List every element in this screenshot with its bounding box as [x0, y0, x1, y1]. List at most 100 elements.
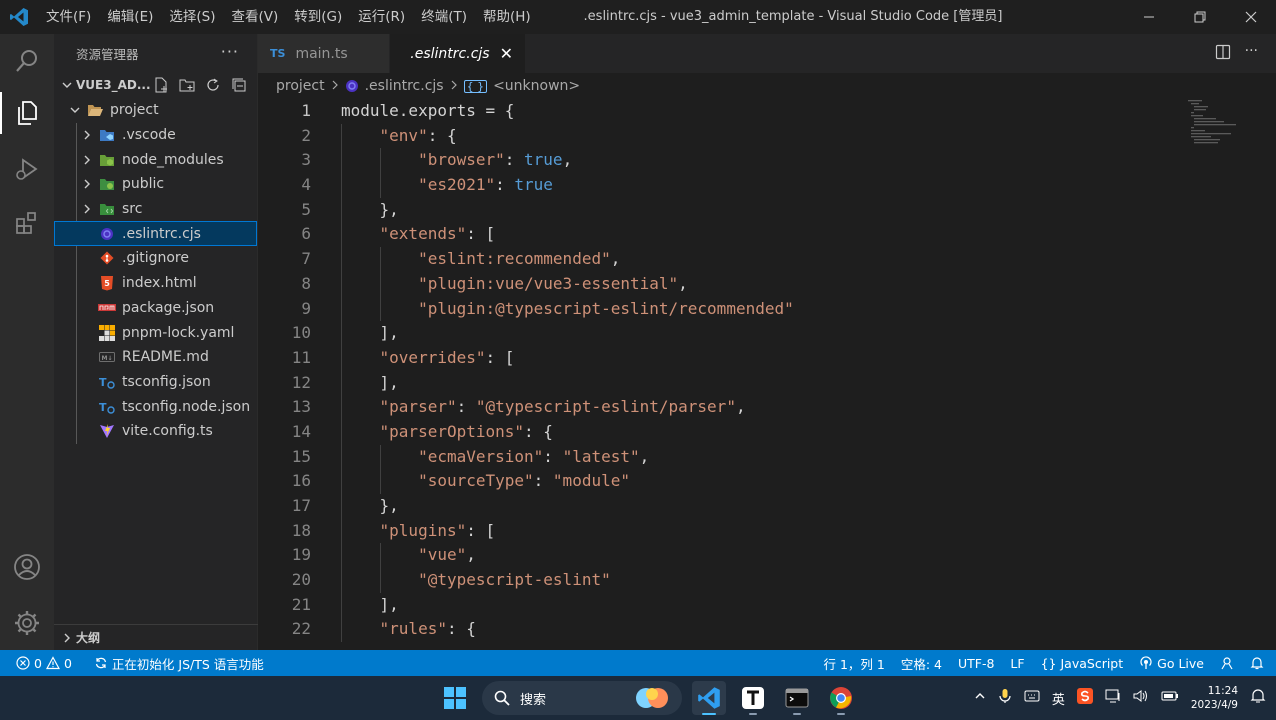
folder-tree-item[interactable]: src — [54, 197, 257, 222]
network-icon[interactable] — [1105, 689, 1121, 707]
windows-logo-icon — [444, 687, 466, 709]
code-text: }, — [341, 496, 399, 515]
cursor-position[interactable]: 行 1，列 1 — [815, 650, 892, 676]
battery-icon[interactable] — [1161, 690, 1179, 706]
taskbar-vscode[interactable] — [692, 681, 726, 715]
file-tree-item[interactable]: .gitignore — [54, 246, 257, 271]
taskbar-chrome[interactable] — [824, 681, 858, 715]
breadcrumb-item[interactable]: project — [276, 78, 325, 94]
feedback-button[interactable] — [1212, 650, 1242, 676]
manage-button[interactable] — [0, 598, 54, 648]
go-live-label: Go Live — [1157, 655, 1204, 671]
code-text: "@typescript-eslint" — [418, 570, 611, 590]
line-number: 11 — [291, 347, 311, 367]
error-count: 0 — [34, 655, 42, 671]
tree-item-label: README.md — [122, 349, 209, 366]
accounts-button[interactable] — [0, 542, 54, 592]
line-number: 3 — [301, 150, 311, 170]
new-file-icon[interactable] — [151, 75, 171, 95]
line-number: 4 — [301, 175, 311, 195]
folder-tree-item[interactable]: node_modules — [54, 147, 257, 172]
menu-item[interactable]: 文件(F) — [38, 0, 99, 34]
restore-button[interactable] — [1174, 0, 1225, 34]
language-mode[interactable]: {} JavaScript — [1033, 650, 1132, 676]
clock[interactable]: 11:24 2023/4/9 — [1191, 684, 1238, 712]
ime-indicator[interactable]: 英 — [1052, 689, 1065, 708]
tab-eslintrc[interactable]: .eslintrc.cjs ✕ — [390, 34, 526, 73]
more-actions-icon[interactable]: ··· — [1245, 44, 1258, 64]
keyboard-icon[interactable] — [1024, 690, 1040, 706]
workspace-folder-name: VUE3_AD... — [76, 78, 151, 92]
menu-item[interactable]: 编辑(E) — [99, 0, 161, 34]
close-button[interactable] — [1225, 0, 1276, 34]
npm-icon — [98, 299, 116, 317]
workspace-folder-header[interactable]: VUE3_AD... — [54, 72, 257, 98]
file-tree-item[interactable]: Ttsconfig.json — [54, 370, 257, 395]
menu-item[interactable]: 查看(V) — [224, 0, 287, 34]
tree-item-label: vite.config.ts — [122, 423, 213, 440]
explorer-sidebar: 资源管理器 ··· VUE3_AD... project .vscode node_… — [54, 34, 258, 650]
new-folder-icon[interactable] — [177, 75, 197, 95]
file-tree-item[interactable]: vite.config.ts — [54, 419, 257, 444]
volume-icon[interactable] — [1133, 689, 1149, 707]
split-editor-icon[interactable] — [1215, 44, 1231, 64]
tree-item-label: tsconfig.json — [122, 373, 211, 390]
notification-center-icon[interactable] — [1250, 688, 1266, 708]
taskbar-typora[interactable] — [736, 681, 770, 715]
close-tab-icon[interactable]: ✕ — [500, 44, 513, 63]
code-line: 8 "plugin:vue/vue3-essential", — [258, 271, 1276, 297]
warning-count: 0 — [63, 655, 72, 671]
menu-item[interactable]: 选择(S) — [161, 0, 223, 34]
taskbar-terminal[interactable] — [780, 681, 814, 715]
search-icon — [16, 50, 37, 72]
menu-item[interactable]: 运行(R) — [350, 0, 413, 34]
minimap[interactable] — [1186, 98, 1256, 148]
menu-item[interactable]: 帮助(H) — [475, 0, 539, 34]
file-tree-item[interactable]: Ttsconfig.node.json — [54, 394, 257, 419]
code-text: "env": { — [379, 125, 457, 145]
explorer-view-button[interactable] — [0, 88, 54, 138]
file-tree-item[interactable]: .eslintrc.cjs — [54, 221, 257, 247]
problems-status[interactable]: 0 0 — [0, 650, 80, 676]
breadcrumb-item[interactable]: .eslintrc.cjs — [365, 78, 444, 94]
search-highlight-icon — [636, 688, 668, 708]
tab-main-ts[interactable]: TS main.ts — [258, 34, 390, 73]
outline-label: 大纲 — [76, 631, 101, 645]
folder-tree-item[interactable]: .vscode — [54, 123, 257, 148]
folder-tree-item[interactable]: project — [54, 98, 257, 123]
more-actions-icon[interactable]: ··· — [221, 42, 239, 61]
indentation[interactable]: 空格: 4 — [893, 650, 950, 676]
run-debug-view-button[interactable] — [0, 144, 54, 194]
end-of-line[interactable]: LF — [1002, 650, 1032, 676]
encoding[interactable]: UTF-8 — [950, 650, 1002, 676]
file-tree-item[interactable]: package.json — [54, 296, 257, 321]
minimize-button[interactable] — [1123, 0, 1174, 34]
collapse-all-icon[interactable] — [229, 75, 249, 95]
code-editor[interactable]: 1 module.exports = {2 "env": {3 "browser"… — [258, 99, 1276, 650]
start-button[interactable] — [438, 681, 472, 715]
file-tree-item[interactable]: pnpm-lock.yaml — [54, 320, 257, 345]
menu-item[interactable]: 转到(G) — [286, 0, 350, 34]
code-text: "plugins": [ — [379, 520, 496, 540]
notifications-button[interactable] — [1242, 650, 1272, 676]
code-line: 18 "plugins": [ — [258, 518, 1276, 544]
search-view-button[interactable] — [0, 36, 54, 86]
go-live-button[interactable]: Go Live — [1131, 650, 1212, 676]
microphone-icon[interactable] — [998, 688, 1012, 708]
extensions-view-button[interactable] — [0, 198, 54, 248]
breadcrumb-item[interactable]: <unknown> — [493, 78, 580, 94]
chevron-up-icon[interactable] — [974, 690, 986, 706]
chevron-right-icon — [80, 179, 94, 189]
folder-tree-item[interactable]: public — [54, 172, 257, 197]
taskbar-search[interactable]: 搜索 — [482, 681, 682, 715]
menu-item[interactable]: 终端(T) — [413, 0, 475, 34]
refresh-icon[interactable] — [203, 75, 223, 95]
language-task-status[interactable]: 正在初始化 JS/TS 语言功能 — [86, 650, 272, 676]
file-tree-item[interactable]: 5 index.html — [54, 271, 257, 296]
search-label: 搜索 — [520, 692, 547, 708]
line-number: 7 — [301, 249, 311, 269]
line-number: 19 — [291, 545, 311, 565]
file-tree-item[interactable]: M↓ README.md — [54, 345, 257, 370]
sogou-icon[interactable] — [1076, 688, 1093, 708]
outline-panel-header[interactable]: 大纲 — [54, 624, 258, 650]
